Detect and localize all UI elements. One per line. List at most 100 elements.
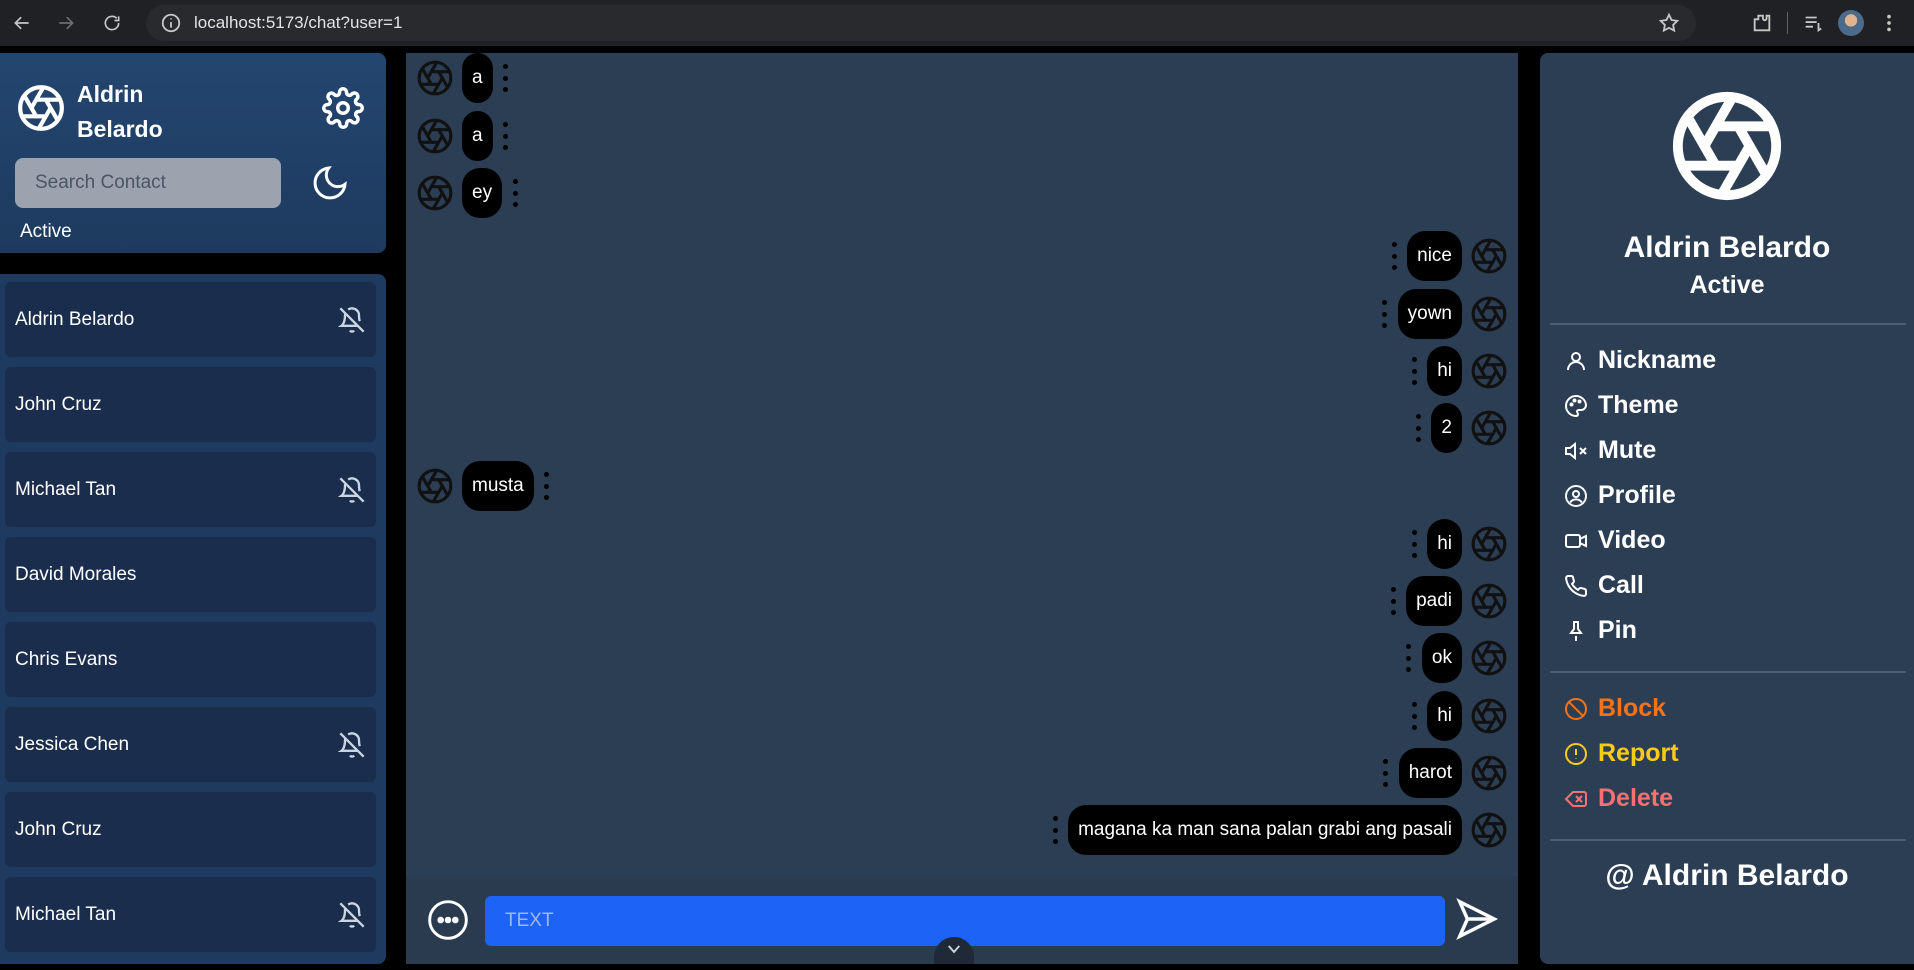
message-bubble[interactable]: hi [1427, 691, 1462, 741]
message-options-icon[interactable] [1388, 587, 1398, 615]
message-options-icon[interactable] [501, 64, 511, 92]
menu-item-theme[interactable]: Theme [1564, 391, 1679, 420]
contact-item[interactable]: John Cruz [5, 367, 376, 442]
menu-item-label: Block [1598, 694, 1667, 722]
message-options-icon[interactable] [1409, 702, 1419, 730]
profile-avatar[interactable] [1838, 10, 1864, 36]
menu-item-label: Delete [1598, 784, 1674, 812]
contact-item[interactable]: Chris Evans [5, 622, 376, 697]
menu-item-call[interactable]: Call [1564, 571, 1644, 600]
media-control-icon[interactable] [1802, 12, 1824, 34]
contact-name: Michael Tan [15, 478, 117, 500]
message-right: harot [1381, 748, 1508, 798]
message-options-icon[interactable] [1380, 300, 1390, 328]
message-options-icon[interactable] [1409, 530, 1419, 558]
message-bubble[interactable]: 2 [1431, 403, 1462, 453]
message-bubble[interactable]: ok [1421, 633, 1462, 683]
browser-toolbar: localhost:5173/chat?user=1 [0, 0, 1914, 46]
message-bubble[interactable]: padi [1406, 576, 1462, 626]
status-filter-label[interactable]: Active [20, 221, 72, 243]
bell-off-icon-wrap[interactable] [337, 306, 366, 334]
current-user-name: Aldrin Belardo [77, 81, 163, 142]
message-options-icon[interactable] [1389, 242, 1399, 270]
message-options-icon[interactable] [1409, 357, 1419, 385]
contact-item[interactable]: John Cruz [5, 792, 376, 867]
bookmark-star-icon[interactable] [1658, 12, 1680, 34]
divider [1550, 671, 1906, 673]
more-options-icon[interactable] [426, 898, 470, 942]
menu-item-nickname[interactable]: Nickname [1564, 346, 1716, 375]
gear-icon[interactable] [322, 87, 364, 129]
sender-avatar-icon [1470, 409, 1508, 447]
extensions-icon[interactable] [1751, 12, 1773, 34]
menu-item-report[interactable]: Report [1564, 739, 1679, 768]
contact-name: Michael Tan [15, 903, 117, 925]
contact-name: John Cruz [15, 818, 102, 840]
search-contact-input[interactable] [15, 158, 281, 208]
message-bubble[interactable]: harot [1398, 748, 1462, 798]
message-bubble[interactable]: a [462, 53, 493, 103]
menu-item-delete[interactable]: Delete [1564, 784, 1673, 813]
menu-item-video[interactable]: Video [1564, 526, 1666, 555]
message-options-icon[interactable] [542, 472, 552, 500]
contact-name: Aldrin Belardo [1623, 231, 1831, 264]
message-right: padi [1388, 576, 1508, 626]
message-bubble[interactable]: nice [1407, 231, 1462, 281]
bell-off-icon-wrap[interactable] [337, 731, 366, 759]
menu-item-mute[interactable]: Mute [1564, 436, 1656, 465]
reload-icon[interactable] [98, 9, 126, 37]
message-right: 2 [1413, 403, 1508, 453]
contact-item[interactable]: Michael Tan [5, 877, 376, 952]
menu-item-block[interactable]: Block [1564, 694, 1666, 723]
forward-icon[interactable] [52, 9, 80, 37]
send-icon[interactable] [1454, 896, 1500, 942]
aperture-icon [1471, 238, 1507, 274]
site-info-icon[interactable] [160, 12, 182, 34]
message-options-icon[interactable] [1050, 816, 1060, 844]
contact-item[interactable]: David Morales [5, 537, 376, 612]
message-left: ey [416, 168, 520, 218]
contact-username: @ Aldrin Belardo [1540, 859, 1914, 893]
message-bubble[interactable]: a [462, 111, 493, 161]
menu-item-pin[interactable]: Pin [1564, 616, 1637, 645]
sender-avatar-icon [1470, 697, 1508, 735]
message-bubble[interactable]: magana ka man sana palan grabi ang pasal… [1068, 805, 1462, 855]
aperture-icon [417, 60, 453, 96]
message-options-icon[interactable] [510, 179, 520, 207]
contact-item[interactable]: Michael Tan [5, 452, 376, 527]
menu-item-label: Video [1598, 526, 1666, 554]
message-input[interactable] [485, 896, 1445, 946]
username-text: Aldrin Belardo [1641, 859, 1849, 892]
message-bubble[interactable]: hi [1427, 519, 1462, 569]
back-icon[interactable] [8, 9, 36, 37]
aperture-icon [1471, 583, 1507, 619]
message-left: musta [416, 461, 552, 511]
bell-off-icon-wrap[interactable] [337, 901, 366, 929]
contact-item[interactable]: Aldrin Belardo [5, 282, 376, 357]
bell-off-icon-wrap[interactable] [337, 476, 366, 504]
menu-item-label: Call [1598, 571, 1644, 599]
message-options-icon[interactable] [1404, 644, 1414, 672]
menu-item-label: Mute [1598, 436, 1657, 464]
message-bubble[interactable]: musta [462, 461, 534, 511]
more-vertical-icon[interactable] [1878, 12, 1900, 34]
address-bar[interactable]: localhost:5173/chat?user=1 [146, 5, 1696, 41]
moon-icon[interactable] [310, 163, 350, 203]
alert-circle-icon [1565, 742, 1587, 765]
message-right: yown [1380, 289, 1508, 339]
phone-icon [1565, 574, 1588, 597]
volume-x-icon [1565, 441, 1587, 460]
message-bubble[interactable]: hi [1427, 346, 1462, 396]
message-options-icon[interactable] [1381, 759, 1391, 787]
sender-avatar-icon [416, 467, 454, 505]
ban-icon [1565, 697, 1587, 720]
message-bubble[interactable]: ey [462, 168, 503, 218]
message-options-icon[interactable] [1413, 414, 1423, 442]
sender-avatar-icon [416, 174, 454, 212]
menu-item-profile[interactable]: Profile [1564, 481, 1676, 510]
contact-item[interactable]: Jessica Chen [5, 707, 376, 782]
palette-icon [1565, 394, 1588, 417]
video-icon [1565, 533, 1587, 548]
message-options-icon[interactable] [501, 122, 511, 150]
message-bubble[interactable]: yown [1397, 289, 1462, 339]
